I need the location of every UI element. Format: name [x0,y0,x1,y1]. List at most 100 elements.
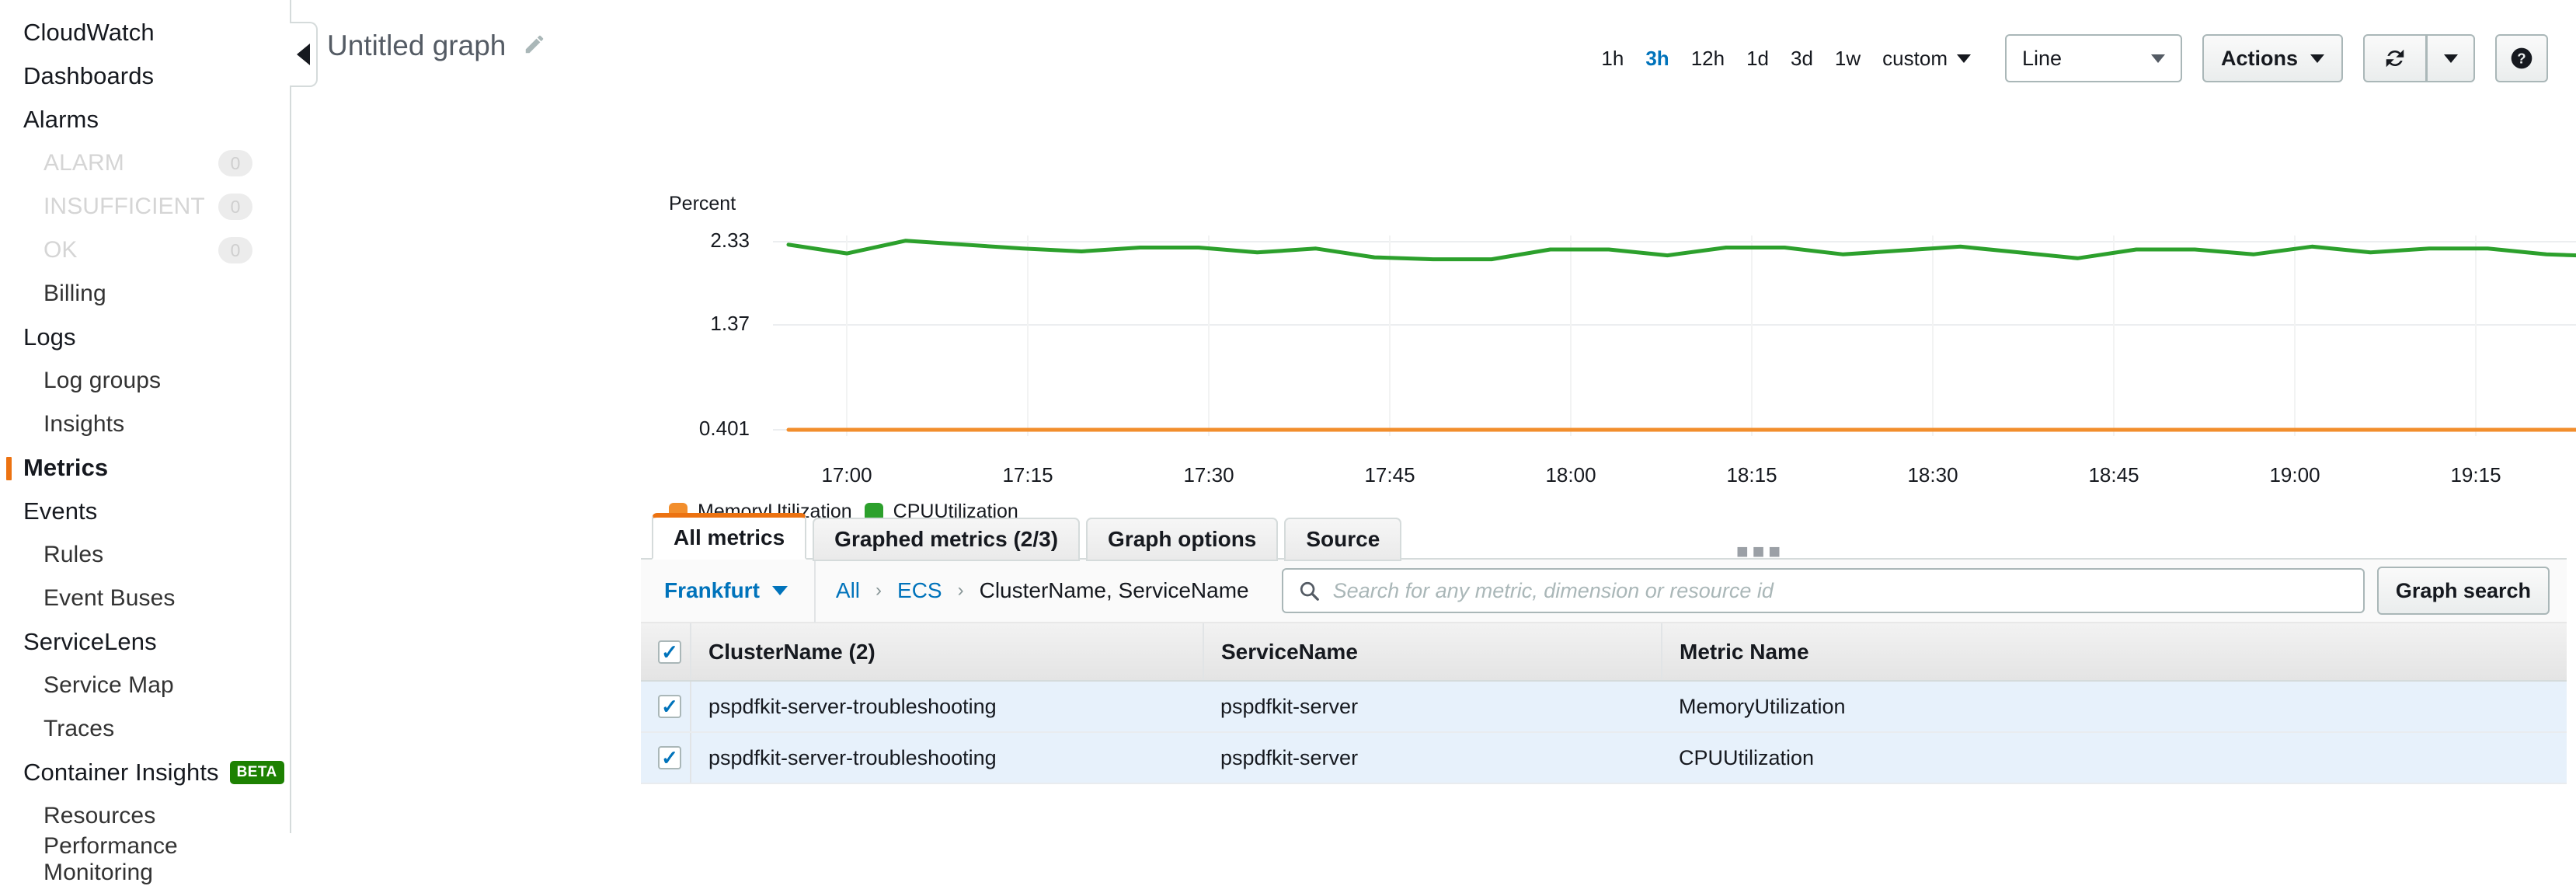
region-selector[interactable]: Frankfurt [641,559,816,623]
chart-plot-area[interactable] [291,75,2576,440]
sidebar-item-rules[interactable]: Rules [0,533,290,577]
tab-graphed-metrics-2-3[interactable]: Graphed metrics (2/3) [813,518,1081,561]
sidebar-item-label: Dashboards [23,62,155,89]
sidebar-item-label: Logs [23,323,76,351]
sidebar-item-service-map[interactable]: Service Map [0,664,290,707]
sidebar-item-cloudwatch[interactable]: CloudWatch [0,11,290,54]
sidebar-collapse-button[interactable] [290,22,318,87]
breadcrumb: All › ECS › ClusterName, ServiceName [816,578,1269,603]
time-range-12h[interactable]: 12h [1680,42,1735,75]
row-select-cell: ✓ [641,681,691,733]
tab-all-metrics[interactable]: All metrics [652,513,807,560]
check-icon: ✓ [661,695,678,718]
table-row[interactable]: ✓ pspdfkit-server-troubleshooting pspdfkit… [641,732,2567,784]
sidebar-item-log-groups[interactable]: Log groups [0,359,290,403]
sidebar-item-insufficient[interactable]: INSUFFICIENT 0 [0,185,290,228]
actions-label: Actions [2220,46,2298,70]
sidebar-item-performance-monitoring[interactable]: Performance Monitoring [0,833,290,885]
time-range-3d[interactable]: 3d [1780,42,1824,75]
pencil-icon[interactable] [523,33,546,60]
sidebar-item-label: Container Insights [23,759,219,786]
sidebar-item-alarm[interactable]: ALARM 0 [0,141,290,185]
sidebar-item-label: ServiceLens [23,628,157,655]
question-circle-icon: ? [2511,47,2532,69]
sidebar-item-label: Alarms [23,106,99,133]
breadcrumb-item: ClusterName, ServiceName [979,578,1249,602]
time-range-3h[interactable]: 3h [1634,42,1680,75]
custom-range-label: custom [1882,46,1948,70]
sidebar-item-resources[interactable]: Resources [0,794,290,838]
alarm-count-badge: 0 [218,150,252,176]
filter-row: Frankfurt All › ECS › ClusterName, ServiceNa… [641,559,2567,623]
graph-search-label: Graph search [2395,578,2531,602]
breadcrumb-separator: › [957,580,964,601]
x-axis-tick: 19:00 [2269,463,2320,487]
x-axis-tick: 17:30 [1183,463,1234,487]
x-axis-tick: 17:00 [821,463,872,487]
sidebar-item-container-insights[interactable]: Container Insights BETA [0,751,290,794]
sidebar-item-logs[interactable]: Logs [0,316,290,359]
sidebar-item-billing[interactable]: Billing [0,272,290,316]
time-range-1h[interactable]: 1h [1590,42,1634,75]
chevron-down-icon [1956,54,1971,63]
sidebar-item-label: Resources [44,803,156,828]
select-all-checkbox[interactable]: ✓ [658,640,681,664]
sidebar-item-alarms[interactable]: Alarms [0,98,290,141]
row-checkbox[interactable]: ✓ [658,695,681,718]
sidebar-item-label: Log groups [44,368,162,393]
sidebar-item-label: Events [23,497,98,525]
column-header-metricname[interactable]: Metric Name [1662,623,2567,682]
sidebar-item-label: Insights [44,411,125,437]
search-input[interactable]: Search for any metric, dimension or reso… [1281,568,2365,613]
row-checkbox[interactable]: ✓ [658,746,681,769]
caret-left-icon [296,44,310,65]
sidebar-item-label: Rules [44,542,104,567]
breadcrumb-item[interactable]: ECS [897,578,942,603]
sidebar-item-insights[interactable]: Insights [0,403,290,446]
time-range-1d[interactable]: 1d [1735,42,1780,75]
cell-servicename: pspdfkit-server [1203,681,1662,733]
tab-graph-options[interactable]: Graph options [1086,518,1279,561]
cell-metricname: MemoryUtilization [1662,681,2567,733]
sidebar-item-servicelens[interactable]: ServiceLens [0,620,290,664]
chevron-down-icon [771,586,788,595]
x-axis-tick: 19:15 [2450,463,2501,487]
sidebar-item-events[interactable]: Events [0,490,290,533]
sidebar-item-traces[interactable]: Traces [0,707,290,751]
column-header-clustername[interactable]: ClusterName (2) [691,623,1204,682]
cloudwatch-metrics-page: CloudWatch Dashboards Alarms ALARM 0 INSUFFIC… [0,0,2576,885]
graph-toolbar: Untitled graph 1h 3h 12h 1d 3d 1w custom Line … [291,0,2576,82]
sidebar-item-label: Performance Monitoring [44,833,178,885]
row-select-cell: ✓ [641,732,691,784]
custom-range-button[interactable]: custom [1871,42,1982,75]
active-indicator [6,457,12,480]
metrics-panel: All metrics Graphed metrics (2/3) Graph op… [291,513,2576,878]
tab-source[interactable]: Source [1284,518,1402,561]
sidebar-item-label: OK [44,237,78,263]
search-icon [1300,581,1319,601]
breadcrumb-item[interactable]: All [836,578,860,603]
table-row[interactable]: ✓ pspdfkit-server-troubleshooting pspdfkit… [641,681,2567,733]
tab-bar: All metrics Graphed metrics (2/3) Graph op… [291,513,2576,561]
sidebar-item-label: CloudWatch [23,19,155,46]
sidebar-item-ok[interactable]: OK 0 [0,228,290,272]
sidebar-item-metrics[interactable]: Metrics [0,446,290,490]
x-axis-tick: 17:45 [1364,463,1415,487]
time-range-1w[interactable]: 1w [1824,42,1871,75]
cell-clustername: pspdfkit-server-troubleshooting [691,681,1203,733]
cell-metricname: CPUUtilization [1662,732,2567,784]
x-axis-tick: 18:45 [2088,463,2139,487]
search-placeholder: Search for any metric, dimension or reso… [1332,578,1774,602]
sidebar-item-label: ALARM [44,150,124,176]
select-all-header: ✓ [641,623,691,682]
main-content: Untitled graph 1h 3h 12h 1d 3d 1w custom Line … [291,0,2576,878]
graph-search-button[interactable]: Graph search [2376,567,2550,615]
x-axis-tick: 17:15 [1002,463,1053,487]
column-header-servicename[interactable]: ServiceName [1203,623,1662,682]
sidebar-item-event-buses[interactable]: Event Buses [0,577,290,620]
cell-clustername: pspdfkit-server-troubleshooting [691,732,1203,784]
sidebar-nav: CloudWatch Dashboards Alarms ALARM 0 INSUFFIC… [0,11,290,885]
sidebar-item-dashboards[interactable]: Dashboards [0,54,290,98]
sidebar-item-label: Metrics [23,454,109,481]
time-range-group: 1h 3h 12h 1d 3d 1w custom [1590,42,1982,75]
